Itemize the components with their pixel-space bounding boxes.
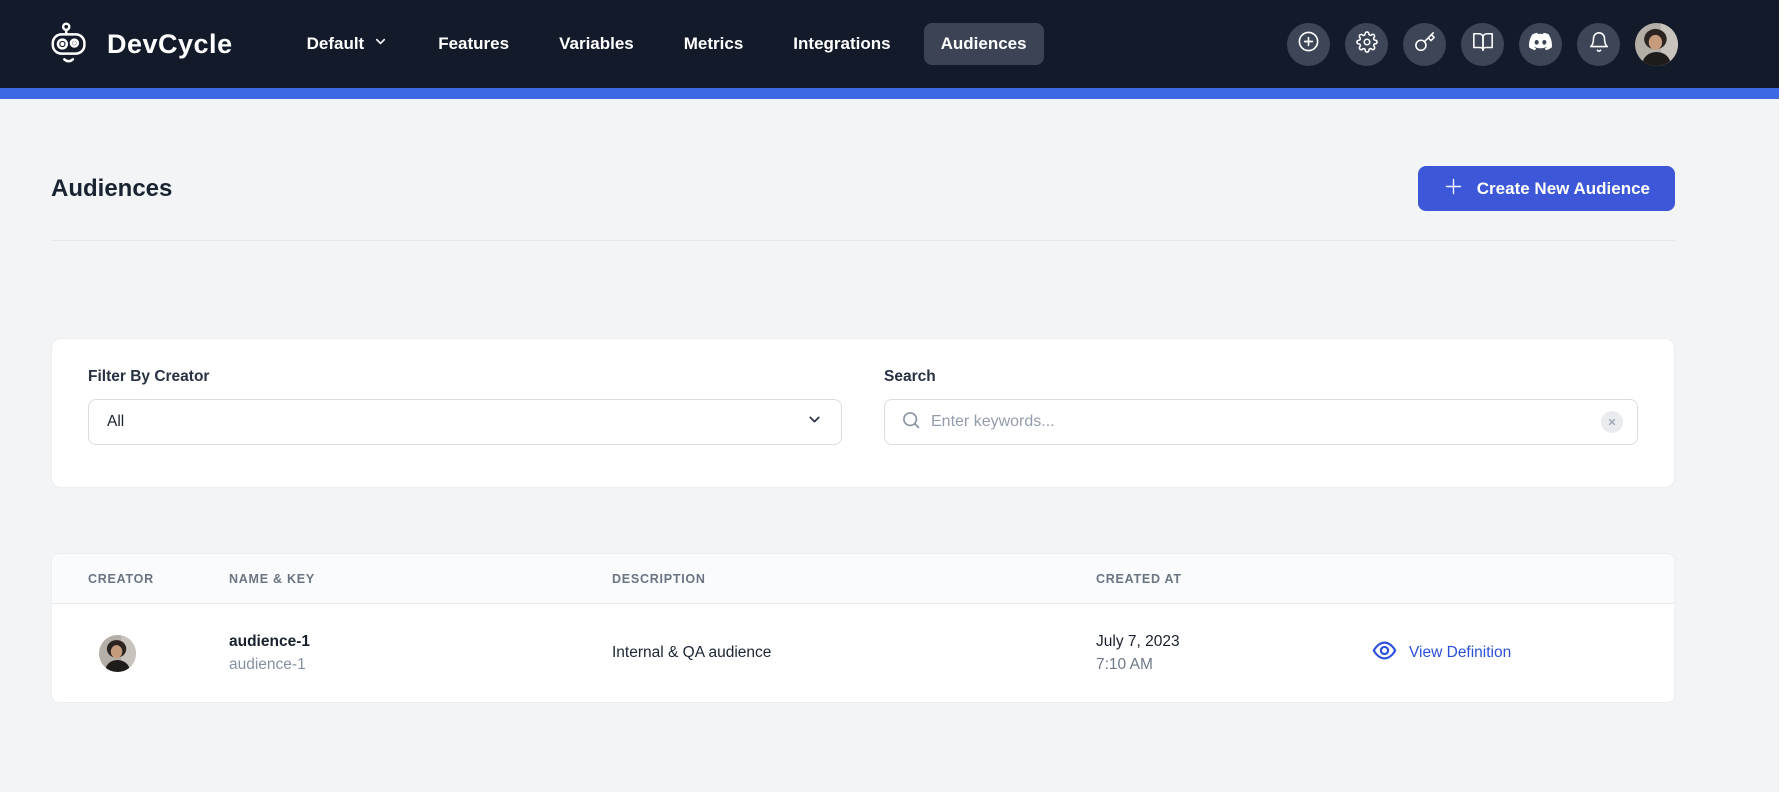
navbar-actions [1287, 23, 1678, 66]
search-field: Search [884, 368, 1638, 487]
cell-actions: View Definition [1371, 637, 1638, 669]
created-date: July 7, 2023 [1096, 633, 1371, 651]
creator-avatar [99, 635, 136, 672]
close-icon [1607, 415, 1617, 430]
view-definition-link[interactable]: View Definition [1371, 637, 1511, 669]
search-label: Search [884, 368, 1638, 386]
creator-filter-field: Filter By Creator All [88, 368, 842, 487]
column-name-key: Name & Key [229, 572, 612, 586]
key-icon [1414, 31, 1436, 58]
brand-name: DevCycle [107, 29, 233, 60]
header-divider [51, 240, 1675, 241]
chevron-down-icon [373, 34, 388, 54]
chevron-down-icon [806, 411, 823, 433]
audiences-table: Creator Name & Key Description Created A… [51, 553, 1675, 703]
table-header-row: Creator Name & Key Description Created A… [52, 554, 1674, 604]
audience-key: audience-1 [229, 656, 612, 674]
scrollbar-gutter [1779, 0, 1784, 792]
view-definition-label: View Definition [1409, 644, 1511, 662]
create-plus-button[interactable] [1287, 23, 1330, 66]
search-box [884, 399, 1638, 445]
nav-item-metrics[interactable]: Metrics [684, 34, 744, 54]
eye-icon [1371, 637, 1398, 669]
api-keys-button[interactable] [1403, 23, 1446, 66]
page-title: Audiences [51, 175, 172, 203]
devcycle-brand[interactable]: DevCycle [48, 21, 233, 67]
settings-button[interactable] [1345, 23, 1388, 66]
discord-icon [1529, 30, 1552, 58]
creator-filter-select[interactable]: All [88, 399, 842, 445]
docs-book-icon [1472, 31, 1494, 58]
create-new-audience-button[interactable]: Create New Audience [1418, 166, 1675, 211]
user-avatar[interactable] [1635, 23, 1678, 66]
nav-item-variables[interactable]: Variables [559, 34, 634, 54]
cell-description: Internal & QA audience [612, 644, 1096, 662]
column-creator: Creator [88, 572, 229, 586]
devcycle-robot-logo-icon [48, 21, 94, 67]
page-header: Audiences Create New Audience [51, 166, 1675, 211]
table-row[interactable]: audience-1 audience-1 Internal & QA audi… [52, 604, 1674, 702]
nav-item-integrations[interactable]: Integrations [793, 34, 890, 54]
search-input[interactable] [931, 413, 1589, 431]
created-time: 7:10 AM [1096, 656, 1371, 674]
cell-creator [88, 635, 229, 672]
cell-created-at: July 7, 2023 7:10 AM [1096, 633, 1371, 674]
creator-filter-value: All [107, 413, 124, 431]
bell-icon [1588, 31, 1610, 58]
plus-icon [1443, 176, 1464, 202]
gear-icon [1356, 31, 1378, 58]
plus-circle-icon [1297, 30, 1320, 58]
filter-card: Filter By Creator All Search [51, 338, 1675, 488]
column-description: Description [612, 572, 1096, 586]
search-icon [901, 410, 921, 435]
main-nav: Default Features Variables Metrics Integ… [307, 23, 1027, 65]
project-selector-dropdown[interactable]: Default [307, 34, 389, 54]
nav-item-features[interactable]: Features [438, 34, 509, 54]
notifications-button[interactable] [1577, 23, 1620, 66]
accent-progress-bar [0, 88, 1784, 99]
clear-search-button[interactable] [1601, 411, 1623, 433]
create-new-audience-label: Create New Audience [1477, 179, 1650, 199]
audience-name: audience-1 [229, 633, 612, 651]
project-selector-label: Default [307, 34, 365, 54]
documentation-button[interactable] [1461, 23, 1504, 66]
audiences-page: Audiences Create New Audience Filter By … [0, 166, 1784, 703]
top-navbar: DevCycle Default Features Variables Metr… [0, 0, 1784, 88]
nav-item-audiences[interactable]: Audiences [924, 23, 1044, 65]
discord-button[interactable] [1519, 23, 1562, 66]
column-created-at: Created At [1096, 572, 1371, 586]
cell-name-key: audience-1 audience-1 [229, 633, 612, 674]
creator-filter-label: Filter By Creator [88, 368, 842, 386]
